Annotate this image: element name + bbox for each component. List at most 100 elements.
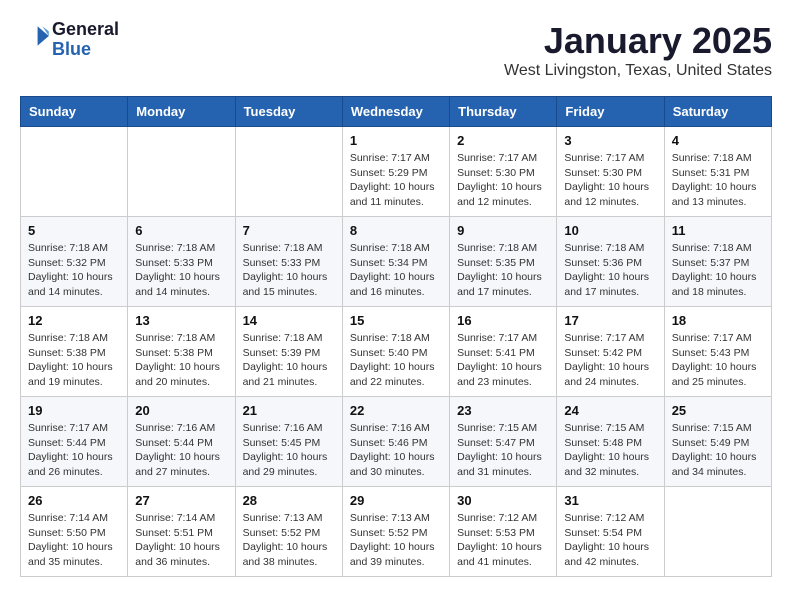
day-number: 10: [564, 223, 656, 238]
day-cell: 6 Sunrise: 7:18 AM Sunset: 5:33 PM Daylig…: [128, 217, 235, 307]
day-info: Sunrise: 7:13 AM Sunset: 5:52 PM Dayligh…: [243, 511, 335, 570]
day-info: Sunrise: 7:13 AM Sunset: 5:52 PM Dayligh…: [350, 511, 442, 570]
day-number: 22: [350, 403, 442, 418]
day-number: 7: [243, 223, 335, 238]
day-info: Sunrise: 7:16 AM Sunset: 5:45 PM Dayligh…: [243, 421, 335, 480]
logo-icon: [20, 20, 52, 52]
day-info: Sunrise: 7:18 AM Sunset: 5:39 PM Dayligh…: [243, 331, 335, 390]
day-info: Sunrise: 7:17 AM Sunset: 5:41 PM Dayligh…: [457, 331, 549, 390]
day-info: Sunrise: 7:17 AM Sunset: 5:43 PM Dayligh…: [672, 331, 764, 390]
day-info: Sunrise: 7:14 AM Sunset: 5:51 PM Dayligh…: [135, 511, 227, 570]
day-cell: 15 Sunrise: 7:18 AM Sunset: 5:40 PM Dayli…: [342, 307, 449, 397]
day-info: Sunrise: 7:15 AM Sunset: 5:48 PM Dayligh…: [564, 421, 656, 480]
day-info: Sunrise: 7:18 AM Sunset: 5:37 PM Dayligh…: [672, 241, 764, 300]
day-number: 15: [350, 313, 442, 328]
day-cell: 20Sunrise: 7:16 AM Sunset: 5:44 PM Dayli…: [128, 397, 235, 487]
day-cell: 19 Sunrise: 7:17 AM Sunset: 5:44 PM Dayli…: [21, 397, 128, 487]
day-number: 14: [243, 313, 335, 328]
day-info: Sunrise: 7:15 AM Sunset: 5:49 PM Dayligh…: [672, 421, 764, 480]
day-number: 27: [135, 493, 227, 508]
day-number: 17: [564, 313, 656, 328]
day-cell: 1Sunrise: 7:17 AM Sunset: 5:29 PM Daylig…: [342, 127, 449, 217]
day-cell: 18Sunrise: 7:17 AM Sunset: 5:43 PM Dayli…: [664, 307, 771, 397]
weekday-header-wednesday: Wednesday: [342, 97, 449, 127]
day-cell: 24 Sunrise: 7:15 AM Sunset: 5:48 PM Dayli…: [557, 397, 664, 487]
day-info: Sunrise: 7:18 AM Sunset: 5:40 PM Dayligh…: [350, 331, 442, 390]
day-cell: [235, 127, 342, 217]
day-cell: 17 Sunrise: 7:17 AM Sunset: 5:42 PM Dayli…: [557, 307, 664, 397]
week-row-1: 1Sunrise: 7:17 AM Sunset: 5:29 PM Daylig…: [21, 127, 772, 217]
day-cell: 29 Sunrise: 7:13 AM Sunset: 5:52 PM Dayli…: [342, 487, 449, 577]
month-title: January 2025: [504, 20, 772, 62]
calendar: SundayMondayTuesdayWednesdayThursdayFrid…: [20, 96, 772, 577]
day-cell: 2 Sunrise: 7:17 AM Sunset: 5:30 PM Daylig…: [450, 127, 557, 217]
day-cell: 31Sunrise: 7:12 AM Sunset: 5:54 PM Dayli…: [557, 487, 664, 577]
day-cell: 21 Sunrise: 7:16 AM Sunset: 5:45 PM Dayli…: [235, 397, 342, 487]
day-cell: [664, 487, 771, 577]
week-row-2: 5Sunrise: 7:18 AM Sunset: 5:32 PM Daylig…: [21, 217, 772, 307]
day-cell: 9 Sunrise: 7:18 AM Sunset: 5:35 PM Daylig…: [450, 217, 557, 307]
day-info: Sunrise: 7:18 AM Sunset: 5:31 PM Dayligh…: [672, 151, 764, 210]
day-cell: 30 Sunrise: 7:12 AM Sunset: 5:53 PM Dayli…: [450, 487, 557, 577]
day-number: 13: [135, 313, 227, 328]
day-cell: 25Sunrise: 7:15 AM Sunset: 5:49 PM Dayli…: [664, 397, 771, 487]
week-row-5: 26 Sunrise: 7:14 AM Sunset: 5:50 PM Dayli…: [21, 487, 772, 577]
day-cell: 28 Sunrise: 7:13 AM Sunset: 5:52 PM Dayli…: [235, 487, 342, 577]
day-number: 3: [564, 133, 656, 148]
weekday-header-friday: Friday: [557, 97, 664, 127]
day-cell: 4Sunrise: 7:18 AM Sunset: 5:31 PM Daylig…: [664, 127, 771, 217]
day-cell: 27 Sunrise: 7:14 AM Sunset: 5:51 PM Dayli…: [128, 487, 235, 577]
weekday-header-monday: Monday: [128, 97, 235, 127]
day-cell: [21, 127, 128, 217]
day-cell: 23Sunrise: 7:15 AM Sunset: 5:47 PM Dayli…: [450, 397, 557, 487]
day-number: 2: [457, 133, 549, 148]
day-cell: 7Sunrise: 7:18 AM Sunset: 5:33 PM Daylig…: [235, 217, 342, 307]
day-info: Sunrise: 7:15 AM Sunset: 5:47 PM Dayligh…: [457, 421, 549, 480]
day-info: Sunrise: 7:14 AM Sunset: 5:50 PM Dayligh…: [28, 511, 120, 570]
title-section: January 2025 West Livingston, Texas, Uni…: [504, 20, 772, 80]
day-info: Sunrise: 7:17 AM Sunset: 5:30 PM Dayligh…: [457, 151, 549, 210]
day-number: 19: [28, 403, 120, 418]
day-number: 28: [243, 493, 335, 508]
day-cell: 12Sunrise: 7:18 AM Sunset: 5:38 PM Dayli…: [21, 307, 128, 397]
day-cell: 14 Sunrise: 7:18 AM Sunset: 5:39 PM Dayli…: [235, 307, 342, 397]
day-number: 21: [243, 403, 335, 418]
day-info: Sunrise: 7:18 AM Sunset: 5:38 PM Dayligh…: [135, 331, 227, 390]
day-number: 20: [135, 403, 227, 418]
logo: General Blue: [20, 20, 119, 60]
day-number: 30: [457, 493, 549, 508]
weekday-header-thursday: Thursday: [450, 97, 557, 127]
day-number: 16: [457, 313, 549, 328]
day-cell: 16 Sunrise: 7:17 AM Sunset: 5:41 PM Dayli…: [450, 307, 557, 397]
day-cell: 10 Sunrise: 7:18 AM Sunset: 5:36 PM Dayli…: [557, 217, 664, 307]
day-cell: 5Sunrise: 7:18 AM Sunset: 5:32 PM Daylig…: [21, 217, 128, 307]
day-cell: [128, 127, 235, 217]
day-number: 24: [564, 403, 656, 418]
day-info: Sunrise: 7:18 AM Sunset: 5:33 PM Dayligh…: [135, 241, 227, 300]
day-info: Sunrise: 7:18 AM Sunset: 5:35 PM Dayligh…: [457, 241, 549, 300]
location: West Livingston, Texas, United States: [504, 62, 772, 80]
day-info: Sunrise: 7:16 AM Sunset: 5:46 PM Dayligh…: [350, 421, 442, 480]
day-info: Sunrise: 7:18 AM Sunset: 5:38 PM Dayligh…: [28, 331, 120, 390]
week-row-4: 19 Sunrise: 7:17 AM Sunset: 5:44 PM Dayli…: [21, 397, 772, 487]
day-cell: 11 Sunrise: 7:18 AM Sunset: 5:37 PM Dayli…: [664, 217, 771, 307]
day-number: 9: [457, 223, 549, 238]
day-number: 1: [350, 133, 442, 148]
day-cell: 8Sunrise: 7:18 AM Sunset: 5:34 PM Daylig…: [342, 217, 449, 307]
day-number: 29: [350, 493, 442, 508]
day-info: Sunrise: 7:17 AM Sunset: 5:44 PM Dayligh…: [28, 421, 120, 480]
day-info: Sunrise: 7:12 AM Sunset: 5:54 PM Dayligh…: [564, 511, 656, 570]
day-info: Sunrise: 7:17 AM Sunset: 5:30 PM Dayligh…: [564, 151, 656, 210]
day-cell: 13 Sunrise: 7:18 AM Sunset: 5:38 PM Dayli…: [128, 307, 235, 397]
day-info: Sunrise: 7:18 AM Sunset: 5:36 PM Dayligh…: [564, 241, 656, 300]
day-number: 26: [28, 493, 120, 508]
day-info: Sunrise: 7:12 AM Sunset: 5:53 PM Dayligh…: [457, 511, 549, 570]
day-number: 6: [135, 223, 227, 238]
day-info: Sunrise: 7:17 AM Sunset: 5:42 PM Dayligh…: [564, 331, 656, 390]
day-number: 11: [672, 223, 764, 238]
weekday-header-sunday: Sunday: [21, 97, 128, 127]
day-number: 5: [28, 223, 120, 238]
day-info: Sunrise: 7:18 AM Sunset: 5:34 PM Dayligh…: [350, 241, 442, 300]
weekday-header-tuesday: Tuesday: [235, 97, 342, 127]
weekday-header-row: SundayMondayTuesdayWednesdayThursdayFrid…: [21, 97, 772, 127]
